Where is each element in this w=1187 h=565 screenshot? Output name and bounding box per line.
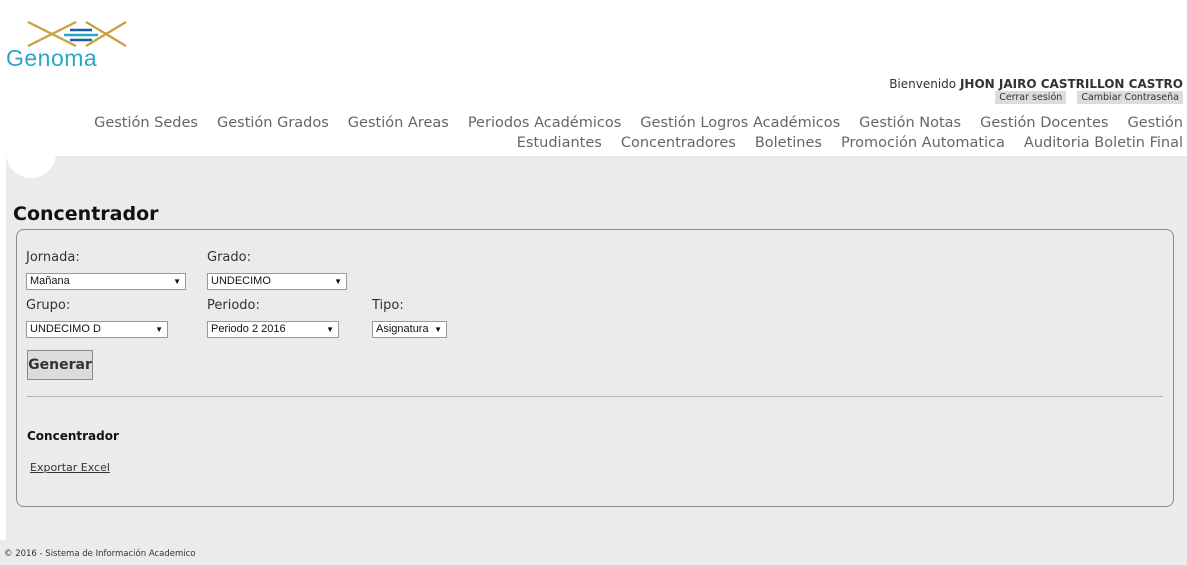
nav-item-periodos-academicos[interactable]: Periodos Académicos xyxy=(468,115,621,131)
welcome-message: Bienvenido JHON JAIRO CASTRILLON CASTRO xyxy=(889,77,1183,91)
welcome-prefix: Bienvenido xyxy=(889,77,957,91)
divider xyxy=(27,396,1163,397)
footer: © 2016 - Sistema de Información Academic… xyxy=(0,540,1187,565)
chevron-down-icon: ▼ xyxy=(173,277,181,286)
periodo-label: Periodo: xyxy=(207,298,260,313)
jornada-value: Mañana xyxy=(30,275,70,287)
user-name: JHON JAIRO CASTRILLON CASTRO xyxy=(959,77,1183,91)
chevron-down-icon: ▼ xyxy=(334,277,342,286)
nav-item-gestion-docentes[interactable]: Gestión Docentes xyxy=(980,115,1108,131)
footer-text: © 2016 - Sistema de Información Academic… xyxy=(4,549,196,559)
chevron-down-icon: ▼ xyxy=(326,325,334,334)
grado-value: UNDECIMO xyxy=(211,275,271,287)
nav-item-gestion-logros[interactable]: Gestión Logros Académicos xyxy=(640,115,840,131)
session-links: Cerrar sesión Cambiar Contraseña xyxy=(987,91,1183,104)
grado-select[interactable]: UNDECIMO ▼ xyxy=(207,273,347,290)
chevron-down-icon: ▼ xyxy=(155,325,163,334)
tipo-select[interactable]: Asignatura ▼ xyxy=(372,321,447,338)
filter-panel: Jornada: Mañana ▼ Grado: UNDECIMO ▼ Grup… xyxy=(16,229,1174,507)
export-excel-link[interactable]: Exportar Excel xyxy=(30,461,110,474)
results-title: Concentrador xyxy=(27,429,119,443)
periodo-value: Periodo 2 2016 xyxy=(211,323,286,335)
nav-item-auditoria-boletin-final[interactable]: Auditoria Boletin Final xyxy=(1024,135,1183,151)
grupo-value: UNDECIMO D xyxy=(30,323,101,335)
grado-label: Grado: xyxy=(207,250,251,265)
nav-item-boletines[interactable]: Boletines xyxy=(755,135,822,151)
nav-item-gestion-notas[interactable]: Gestión Notas xyxy=(859,115,961,131)
generate-button[interactable]: Generar xyxy=(27,350,93,380)
periodo-select[interactable]: Periodo 2 2016 ▼ xyxy=(207,321,339,338)
grupo-label: Grupo: xyxy=(26,298,71,313)
nav-item-gestion-areas[interactable]: Gestión Areas xyxy=(348,115,449,131)
nav-item-gestion-estudiantes[interactable]: Gestión xyxy=(1128,115,1184,131)
decorative-circle xyxy=(6,128,56,178)
genoma-logo[interactable]: Genoma xyxy=(6,18,146,70)
main-navigation: Gestión Sedes Gestión Grados Gestión Areas… xyxy=(0,113,1183,153)
nav-item-gestion-estudiantes-cont[interactable]: Estudiantes xyxy=(517,135,602,151)
main-content: Concentrador Jornada: Mañana ▼ Grado: UN… xyxy=(6,156,1187,540)
grupo-select[interactable]: UNDECIMO D ▼ xyxy=(26,321,168,338)
logo-mark-icon xyxy=(27,21,127,47)
jornada-select[interactable]: Mañana ▼ xyxy=(26,273,186,290)
nav-item-concentradores[interactable]: Concentradores xyxy=(621,135,736,151)
nav-item-gestion-sedes[interactable]: Gestión Sedes xyxy=(94,115,198,131)
nav-item-gestion-grados[interactable]: Gestión Grados xyxy=(217,115,329,131)
change-password-link[interactable]: Cambiar Contraseña xyxy=(1077,91,1183,104)
nav-item-promocion-automatica[interactable]: Promoción Automatica xyxy=(841,135,1005,151)
chevron-down-icon: ▼ xyxy=(434,325,442,334)
tipo-value: Asignatura xyxy=(376,323,429,335)
tipo-label: Tipo: xyxy=(372,298,404,313)
jornada-label: Jornada: xyxy=(26,250,80,265)
logo-text: Genoma xyxy=(6,45,98,71)
page-title: Concentrador xyxy=(13,203,159,225)
logout-link[interactable]: Cerrar sesión xyxy=(995,91,1067,104)
